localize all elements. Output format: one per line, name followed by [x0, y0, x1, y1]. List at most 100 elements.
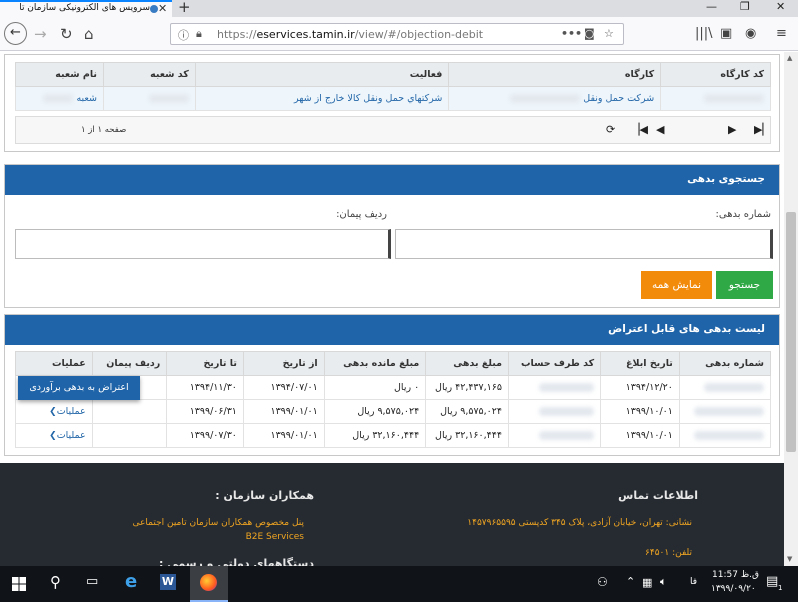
- page-content: کد کارگاه کارگاه فعالیت کد شعبه نام شعبه…: [0, 52, 784, 566]
- windows-start-icon[interactable]: [12, 577, 26, 591]
- to-date-cell: ۱۳۹۹/۰۷/۳۰: [166, 423, 244, 448]
- col-to-date[interactable]: تا تاریخ: [166, 351, 244, 376]
- search-button[interactable]: جستجو: [716, 271, 773, 299]
- to-date-cell: ۱۳۹۹/۰۶/۳۱: [166, 399, 244, 424]
- search-icon[interactable]: ⚲: [50, 573, 61, 591]
- volume-icon[interactable]: 🔈︎: [660, 575, 667, 589]
- last-page-icon[interactable]: ▕◀: [631, 123, 648, 136]
- prev-page-icon[interactable]: ◀: [656, 123, 664, 136]
- sidebar-icon[interactable]: ▣: [720, 26, 732, 41]
- account-code-cell: [507, 375, 602, 400]
- people-icon[interactable]: ⚇: [597, 575, 608, 589]
- debt-number-label: شماره بدهی:: [715, 209, 771, 220]
- workshop-panel: کد کارگاه کارگاه فعالیت کد شعبه نام شعبه…: [4, 54, 780, 152]
- menu-icon[interactable]: ≡: [776, 26, 787, 41]
- word-icon[interactable]: W: [160, 574, 176, 590]
- notification-center-icon[interactable]: ▤: [766, 574, 778, 589]
- url-text[interactable]: https://eservices.tamin.ir/view/#/object…: [217, 28, 483, 41]
- from-date-cell: ۱۳۹۹/۰۱/۰۱: [242, 399, 325, 424]
- account-code-cell: [507, 423, 602, 448]
- network-icon[interactable]: ▦: [642, 576, 652, 589]
- debt-amount-cell: ۴۲,۴۳۷,۱۶۵ ریال: [425, 375, 509, 400]
- debt-amount-cell: ۳۲,۱۶۰,۴۴۴ ریال: [425, 423, 509, 448]
- notify-date-cell: ۱۳۹۴/۱۲/۲۰: [600, 375, 680, 400]
- col-workshop[interactable]: کارگاه: [448, 62, 662, 87]
- operations-button[interactable]: عملیات: [57, 406, 86, 417]
- col-debt-number[interactable]: شماره بدهی: [678, 351, 772, 376]
- language-indicator[interactable]: فا: [690, 577, 697, 587]
- objection-estimated-debt-menu-item[interactable]: اعتراض به بدهی برآوردی: [18, 376, 140, 400]
- scroll-down-icon[interactable]: ▼: [787, 555, 792, 563]
- window-close-icon[interactable]: ✕: [776, 0, 785, 13]
- account-code-cell: [507, 399, 602, 424]
- debt-amount-cell: ۹,۵۷۵,۰۲۴ ریال: [425, 399, 509, 424]
- col-account-code[interactable]: کد طرف حساب: [507, 351, 602, 376]
- col-remaining[interactable]: مبلغ مانده بدهی: [323, 351, 427, 376]
- col-workshop-code[interactable]: کد کارگاه: [660, 62, 771, 87]
- restore-icon[interactable]: ❐: [740, 0, 750, 13]
- pocket-icon[interactable]: ◙: [584, 27, 595, 40]
- tab-title: سرویس های الکترونیکی سازمان تا: [19, 3, 150, 13]
- gov-agencies-title: دستگاههای دولتی و رسمی :: [158, 557, 314, 566]
- debt-number-input[interactable]: [395, 229, 773, 259]
- lock-icon[interactable]: 🔒︎: [196, 27, 202, 41]
- partners-title: همکاران سازمان :: [215, 489, 314, 502]
- firefox-icon[interactable]: [200, 574, 217, 591]
- contract-row-input[interactable]: [15, 229, 391, 259]
- remaining-cell: ۰ ریال: [323, 375, 427, 400]
- notify-date-cell: ۱۳۹۹/۱۰/۰۱: [600, 399, 680, 424]
- operations-cell[interactable]: عملیات❯: [15, 399, 93, 424]
- edge-browser-icon[interactable]: e: [125, 571, 137, 592]
- back-icon[interactable]: ←: [4, 22, 27, 45]
- clock-date[interactable]: ۱۳۹۹/۰۹/۲۰: [711, 584, 756, 594]
- clock-time[interactable]: 11:57 ق.ظ: [712, 570, 759, 580]
- remaining-cell: ۳۲,۱۶۰,۴۴۴ ریال: [323, 423, 427, 448]
- new-tab-icon[interactable]: +: [178, 0, 191, 16]
- col-notify-date[interactable]: تاریخ ابلاغ: [600, 351, 680, 376]
- task-view-icon[interactable]: ▭: [86, 574, 98, 589]
- bookmark-star-icon[interactable]: ☆: [604, 27, 614, 40]
- col-from-date[interactable]: از تاریخ: [242, 351, 325, 376]
- refresh-icon[interactable]: ⟳: [606, 123, 615, 136]
- next-page-icon[interactable]: ▶: [728, 123, 736, 136]
- table-row[interactable]: شرکت حمل ونقل شرکتهاي حمل ونقل کالا خارج…: [15, 86, 771, 111]
- col-branch-code[interactable]: کد شعبه: [102, 62, 196, 87]
- col-activity[interactable]: فعالیت: [194, 62, 450, 87]
- col-contract-row[interactable]: ردیف پیمان: [91, 351, 168, 376]
- workshop-pager: ▶▏ ▶ صفحه ۱ از ۱ ◀ ▕◀ ⟳: [15, 116, 771, 144]
- scroll-up-icon[interactable]: ▲: [787, 54, 792, 62]
- page-info-icon[interactable]: ⓘ: [178, 27, 189, 43]
- show-all-button[interactable]: نمایش همه: [641, 271, 712, 299]
- operations-button[interactable]: عملیات: [57, 430, 86, 441]
- show-hidden-icons-icon[interactable]: ⌃: [626, 575, 635, 588]
- chevron-down-icon[interactable]: ❯: [49, 407, 57, 417]
- page-actions-icon[interactable]: •••: [561, 27, 582, 40]
- first-page-icon[interactable]: ▶▏: [754, 123, 771, 136]
- site-favicon-icon: [150, 5, 158, 13]
- table-row[interactable]: ۱۳۹۹/۱۰/۰۱ ۹,۵۷۵,۰۲۴ ریال ۹,۵۷۵,۰۲۴ ریال…: [15, 399, 772, 424]
- minimize-icon[interactable]: —: [706, 0, 717, 13]
- col-operations[interactable]: عملیات: [15, 351, 93, 376]
- contract-row-cell: [91, 399, 168, 424]
- scroll-thumb[interactable]: [786, 212, 796, 452]
- partners-panel-link[interactable]: پنل مخصوص همکاران سازمان تامین اجتماعی: [133, 518, 304, 528]
- home-icon[interactable]: ⌂: [84, 24, 94, 44]
- branch-code-cell: [102, 86, 196, 111]
- reload-icon[interactable]: ↻: [60, 24, 73, 44]
- contract-row-label: ردیف پیمان:: [336, 209, 387, 220]
- b2e-services-link[interactable]: B2E Services: [246, 532, 304, 542]
- col-debt-amount[interactable]: مبلغ بدهی: [425, 351, 509, 376]
- operations-cell[interactable]: عملیات❯: [15, 423, 93, 448]
- col-branch-name[interactable]: نام شعبه: [15, 62, 104, 87]
- table-row[interactable]: ۱۳۹۹/۱۰/۰۱ ۳۲,۱۶۰,۴۴۴ ریال ۳۲,۱۶۰,۴۴۴ ری…: [15, 423, 772, 448]
- contact-title: اطلاعات تماس: [618, 489, 698, 502]
- address-bar[interactable]: ⓘ 🔒︎ https://eservices.tamin.ir/view/#/o…: [170, 23, 624, 45]
- page-scrollbar[interactable]: ▲ ▼: [784, 52, 798, 566]
- debt-list-title: لیست بدهی های قابل اعتراض: [5, 315, 779, 345]
- library-icon[interactable]: |||\: [695, 26, 713, 41]
- browser-tab[interactable]: ✕ سرویس های الکترونیکی سازمان تا: [0, 0, 172, 17]
- forward-icon[interactable]: →: [34, 24, 47, 44]
- close-tab-icon[interactable]: ✕: [158, 2, 167, 15]
- chevron-down-icon[interactable]: ❯: [49, 431, 57, 441]
- account-icon[interactable]: ◉: [745, 26, 756, 41]
